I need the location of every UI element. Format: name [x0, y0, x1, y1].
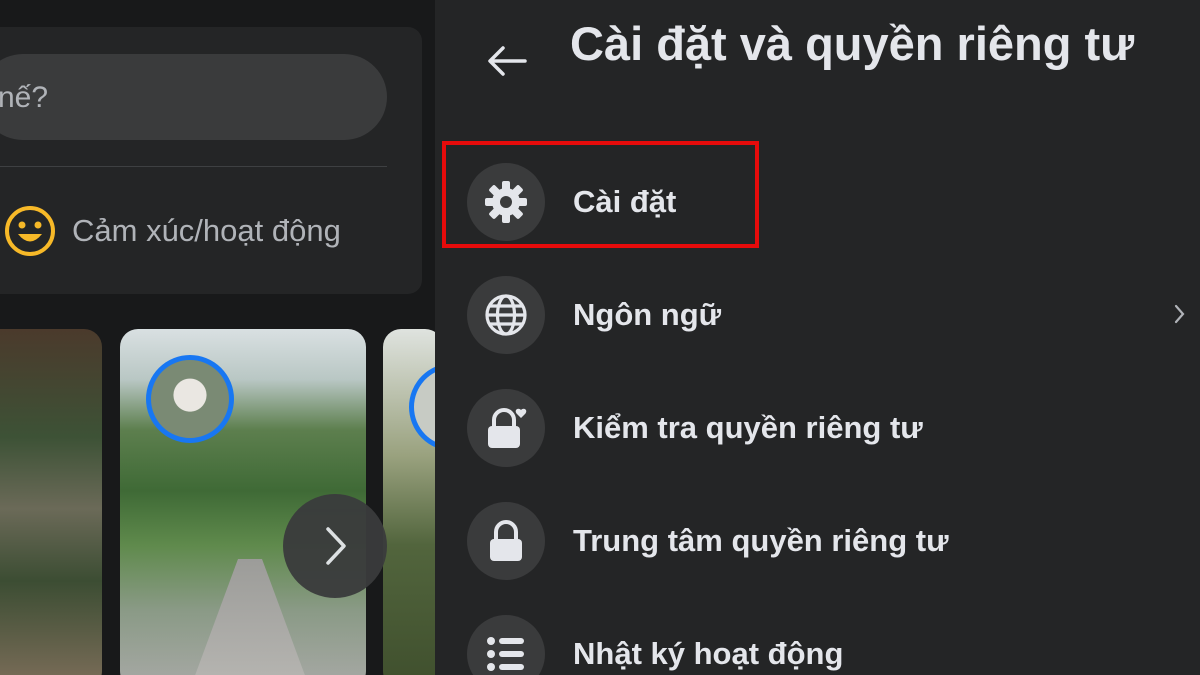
smiley-icon [5, 206, 55, 256]
composer-divider [0, 166, 387, 167]
menu-item-label: Nhật ký hoạt động [573, 636, 844, 671]
post-composer: nế? Cảm xúc/hoạt động [0, 27, 422, 294]
menu-item-label: Ngôn ngữ [573, 297, 722, 332]
story-avatar [146, 355, 234, 443]
feeling-activity-button[interactable]: Cảm xúc/hoạt động [4, 201, 341, 261]
lock-icon [467, 502, 545, 580]
settings-privacy-panel: Cài đặt và quyền riêng tư Cài đặt Ngôn n… [435, 0, 1200, 675]
menu-item-label: Cài đặt [573, 184, 677, 219]
menu-item-label: Kiểm tra quyền riêng tư [573, 410, 923, 445]
lock-heart-icon [467, 389, 545, 467]
panel-title: Cài đặt và quyền riêng tư [570, 17, 1135, 70]
menu-item-privacy-center[interactable]: Trung tâm quyền riêng tư [467, 501, 1187, 581]
globe-icon [467, 276, 545, 354]
story-avatar [409, 363, 435, 451]
composer-input[interactable]: nế? [0, 54, 387, 140]
menu-item-activity-log[interactable]: Nhật ký hoạt động [467, 614, 1187, 675]
chevron-right-icon [1174, 304, 1185, 324]
menu-item-label: Trung tâm quyền riêng tư [573, 523, 949, 558]
story-card[interactable] [0, 329, 102, 675]
arrow-left-icon [488, 46, 527, 76]
back-button[interactable] [479, 38, 535, 84]
stories-next-button[interactable] [283, 494, 387, 598]
gear-icon [467, 163, 545, 241]
menu-item-privacy-checkup[interactable]: Kiểm tra quyền riêng tư [467, 388, 1187, 468]
list-icon [467, 615, 545, 675]
menu-item-language[interactable]: Ngôn ngữ [467, 275, 1187, 355]
story-card[interactable] [383, 329, 435, 675]
menu-item-settings[interactable]: Cài đặt [467, 162, 1187, 242]
news-feed: nế? Cảm xúc/hoạt động [0, 0, 435, 675]
chevron-right-icon [326, 527, 346, 565]
composer-placeholder: nế? [0, 81, 49, 114]
feeling-activity-label: Cảm xúc/hoạt động [72, 213, 341, 248]
